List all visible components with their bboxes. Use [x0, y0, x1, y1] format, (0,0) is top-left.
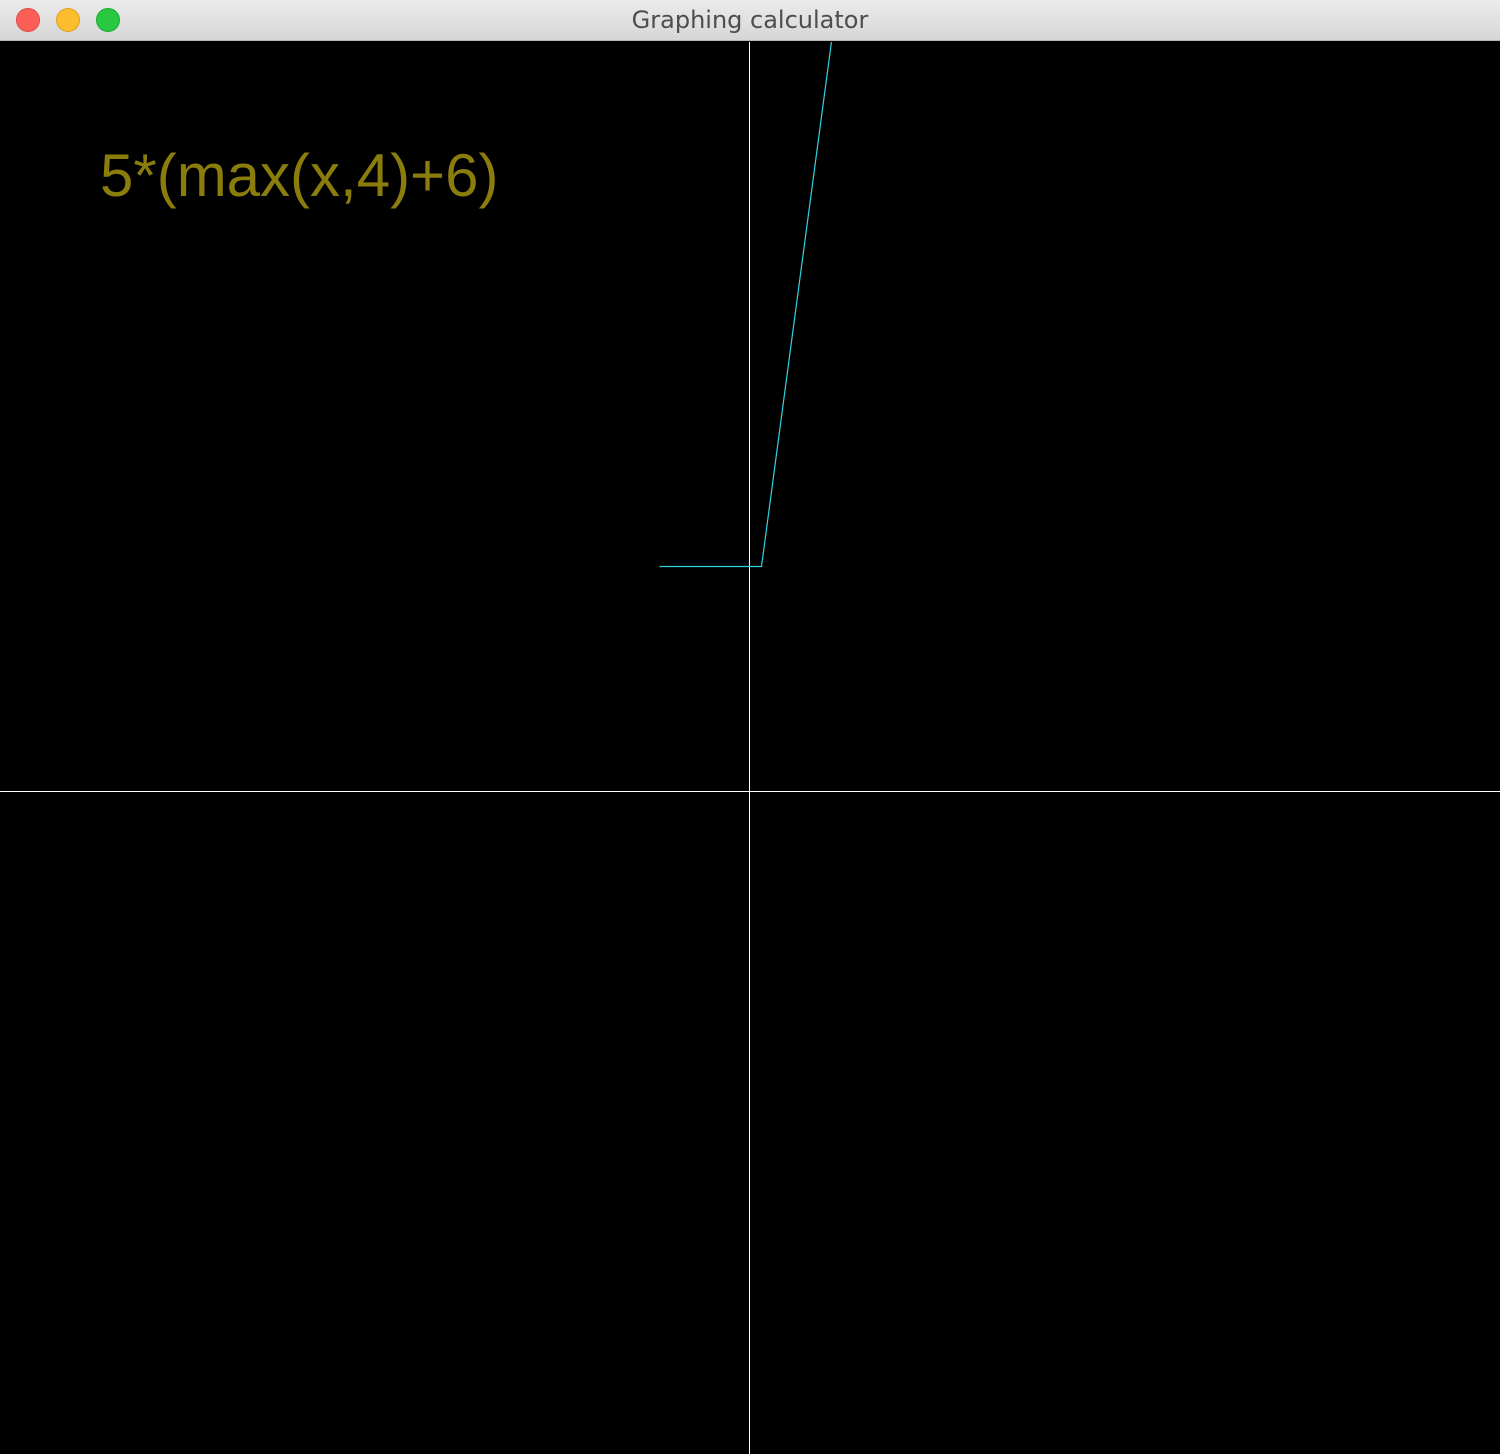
- title-bar: Graphing calculator: [0, 0, 1500, 41]
- graph-canvas[interactable]: 5*(max(x,4)+6): [0, 42, 1500, 1454]
- expression-label: 5*(max(x,4)+6): [100, 142, 499, 209]
- window-title: Graphing calculator: [631, 6, 869, 34]
- graph-svg: [0, 42, 1500, 1454]
- app-window: Graphing calculator 5*(max(x,4)+6): [0, 0, 1500, 1454]
